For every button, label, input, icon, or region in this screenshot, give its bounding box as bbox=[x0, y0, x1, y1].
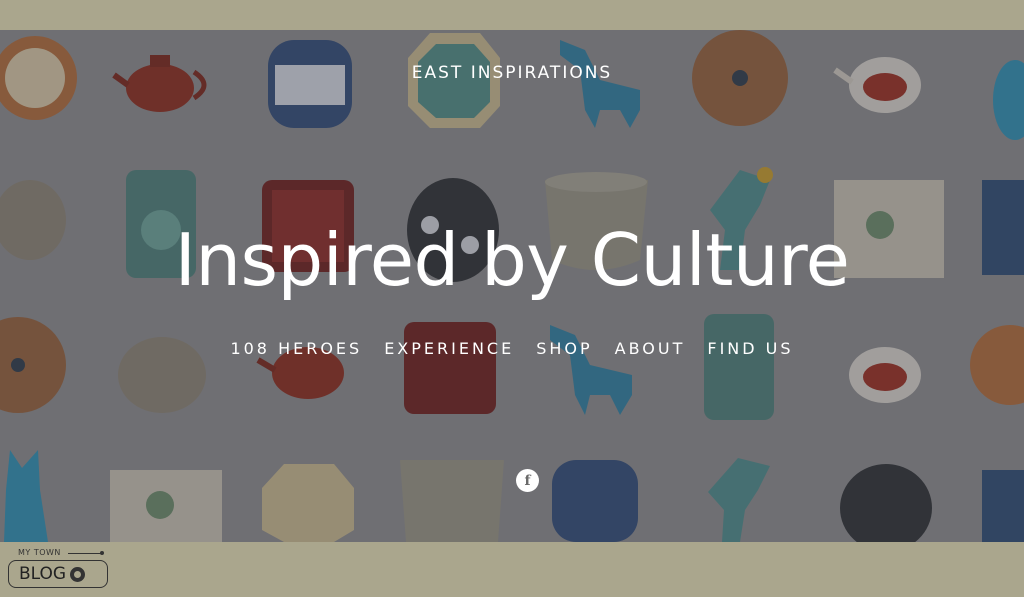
bottom-border bbox=[0, 542, 1024, 597]
nav-find-us[interactable]: FIND US bbox=[707, 339, 793, 358]
main-nav: 108 HEROES EXPERIENCE SHOP ABOUT FIND US bbox=[0, 339, 1024, 358]
nav-experience[interactable]: EXPERIENCE bbox=[384, 339, 514, 358]
top-border bbox=[0, 0, 1024, 30]
hero-section: EAST INSPIRATIONS Inspired by Culture 10… bbox=[0, 30, 1024, 542]
hero-headline: Inspired by Culture bbox=[174, 218, 850, 302]
badge-box: BLOG bbox=[8, 560, 108, 588]
facebook-icon[interactable]: f bbox=[516, 469, 539, 492]
site-title[interactable]: EAST INSPIRATIONS bbox=[0, 63, 1024, 83]
camera-aperture-icon bbox=[70, 566, 86, 582]
badge-dot bbox=[100, 551, 104, 555]
nav-108-heroes[interactable]: 108 HEROES bbox=[230, 339, 362, 358]
nav-shop[interactable]: SHOP bbox=[536, 339, 592, 358]
badge-big-text: BLOG bbox=[19, 564, 67, 584]
nav-about[interactable]: ABOUT bbox=[615, 339, 686, 358]
badge-small-text: MY TOWN bbox=[18, 548, 61, 557]
badge-line bbox=[68, 553, 102, 554]
my-town-blog-badge[interactable]: MY TOWN BLOG bbox=[8, 548, 108, 590]
